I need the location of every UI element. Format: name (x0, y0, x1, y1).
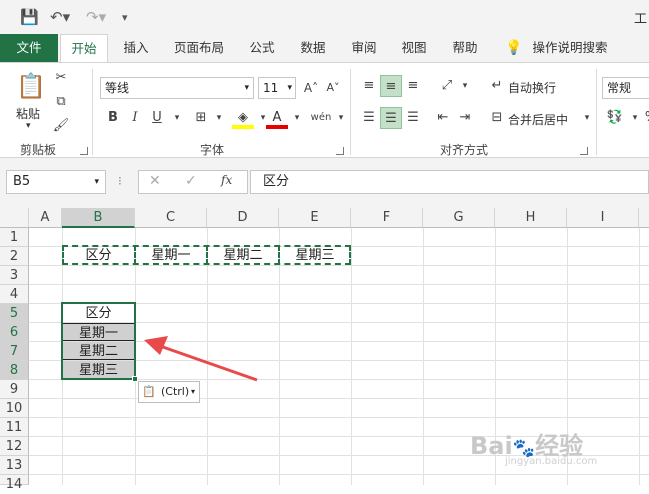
formula-buttons: ✕ ✓ fx (138, 170, 248, 194)
decrease-font-icon[interactable]: A˅ (322, 77, 344, 99)
copy-icon[interactable]: ⧉ (50, 91, 72, 113)
customize-qat-icon[interactable]: ▾ (122, 11, 128, 24)
tab-review[interactable]: 审阅 (342, 34, 386, 62)
ribbon-tabs: 文件 开始 插入 页面布局 公式 数据 审阅 视图 帮助 💡 操作说明搜索 (0, 34, 649, 63)
font-group-label: 字体 (200, 143, 225, 157)
phonetic-dropdown-icon[interactable]: ▾ (330, 107, 352, 129)
paste-button[interactable]: 粘贴 (16, 105, 40, 122)
merge-center-icon[interactable]: ⊟ (486, 107, 508, 129)
font-name-value: 等线 (105, 81, 130, 95)
wrap-text-icon[interactable]: ↵ (486, 75, 508, 97)
enter-icon[interactable]: ✓ (185, 173, 197, 189)
increase-font-icon[interactable]: A˄ (300, 77, 322, 99)
arrow-shaft (159, 344, 258, 382)
formula-input[interactable]: 区分 (250, 170, 649, 194)
number-format-select[interactable]: 常规 (602, 77, 649, 99)
font-size-select[interactable]: 11 ▾ (258, 77, 296, 99)
tell-me-search[interactable]: 操作说明搜索 (528, 34, 612, 62)
tab-page-layout[interactable]: 页面布局 (164, 34, 234, 62)
save-icon[interactable]: 💾 (20, 8, 39, 26)
undo-icon[interactable]: ↶▾ (50, 8, 70, 26)
window-title: 工 (634, 12, 648, 27)
tab-help[interactable]: 帮助 (442, 34, 488, 62)
worksheet-grid: A B C D E F G H I 1 2 3 4 5 6 7 8 9 10 1… (0, 208, 649, 492)
font-color-icon[interactable]: A (266, 107, 288, 129)
font-size-value: 11 (263, 81, 279, 95)
underline-button[interactable]: U (146, 107, 168, 129)
formula-bar: B5 ▾ ⁝ ✕ ✓ fx 区分 (0, 158, 649, 208)
underline-dropdown-icon[interactable]: ▾ (166, 107, 188, 129)
decrease-indent-icon[interactable]: ⇤ (432, 107, 454, 129)
paste-icon[interactable]: 📋 (14, 69, 48, 103)
align-top-icon[interactable]: ≡ (358, 75, 380, 97)
cut-icon[interactable]: ✂ (50, 67, 72, 89)
font-name-select[interactable]: 等线 ▾ (100, 77, 254, 99)
font-launcher-icon[interactable] (336, 147, 344, 155)
orientation-dropdown-icon[interactable]: ▾ (454, 75, 476, 97)
clipboard-launcher-icon[interactable] (80, 147, 88, 155)
align-left-icon[interactable]: ☰ (358, 107, 380, 129)
lightbulb-icon: 💡 (505, 40, 523, 56)
ribbon: 📋 粘贴 ▾ ✂ ⧉ 🖌 剪贴板 等线 ▾ 11 ▾ A˄ A˅ B I U ▾… (0, 62, 649, 158)
align-middle-icon[interactable]: ≡ (380, 75, 402, 97)
format-painter-icon[interactable]: 🖌 (50, 115, 72, 137)
increase-indent-icon[interactable]: ⇥ (454, 107, 476, 129)
tab-data[interactable]: 数据 (290, 34, 336, 62)
merge-center-button[interactable]: 合并后居中 (508, 111, 568, 128)
watermark-url: jingyan.baidu.com (505, 456, 598, 467)
separator (92, 69, 93, 155)
bold-button[interactable]: B (102, 107, 124, 129)
phonetic-icon[interactable]: wén (310, 107, 332, 129)
italic-button[interactable]: I (124, 107, 146, 129)
align-right-icon[interactable]: ☰ (402, 107, 424, 129)
clipboard-group-label: 剪贴板 (20, 143, 57, 157)
separator (596, 69, 597, 155)
title-bar: 💾 ↶▾ ↷▾ ▾ 工 (0, 0, 649, 34)
number-format-value: 常规 (607, 81, 632, 95)
cancel-icon[interactable]: ✕ (149, 173, 161, 189)
name-box[interactable]: B5 ▾ (6, 170, 106, 194)
tab-home[interactable]: 开始 (60, 34, 108, 63)
chevron-down-icon: ▾ (94, 177, 99, 187)
alignment-group-label: 对齐方式 (440, 143, 489, 157)
merge-dropdown-icon[interactable]: ▾ (576, 107, 598, 129)
currency-icon[interactable]: 💱 (604, 107, 626, 129)
fill-color-icon[interactable]: ◈ (232, 107, 254, 129)
align-bottom-icon[interactable]: ≡ (402, 75, 424, 97)
percent-icon[interactable]: % (640, 107, 649, 129)
tab-formulas[interactable]: 公式 (240, 34, 284, 62)
font-color-dropdown-icon[interactable]: ▾ (286, 107, 308, 129)
paste-dropdown-icon[interactable]: ▾ (26, 121, 31, 131)
align-center-icon[interactable]: ☰ (380, 107, 402, 129)
redo-icon[interactable]: ↷▾ (86, 8, 106, 26)
alignment-launcher-icon[interactable] (580, 147, 588, 155)
borders-dropdown-icon[interactable]: ▾ (208, 107, 230, 129)
tab-view[interactable]: 视图 (392, 34, 436, 62)
separator (350, 69, 351, 155)
insert-function-icon[interactable]: fx (221, 173, 232, 187)
tab-file[interactable]: 文件 (0, 34, 58, 62)
tab-insert[interactable]: 插入 (114, 34, 158, 62)
chevron-down-icon: ▾ (244, 83, 249, 93)
name-box-value: B5 (13, 174, 31, 189)
chevron-down-icon: ▾ (287, 83, 292, 93)
wrap-text-button[interactable]: 自动换行 (508, 79, 556, 96)
arrow-head (144, 336, 168, 355)
more-icon: ⁝ (118, 174, 122, 188)
